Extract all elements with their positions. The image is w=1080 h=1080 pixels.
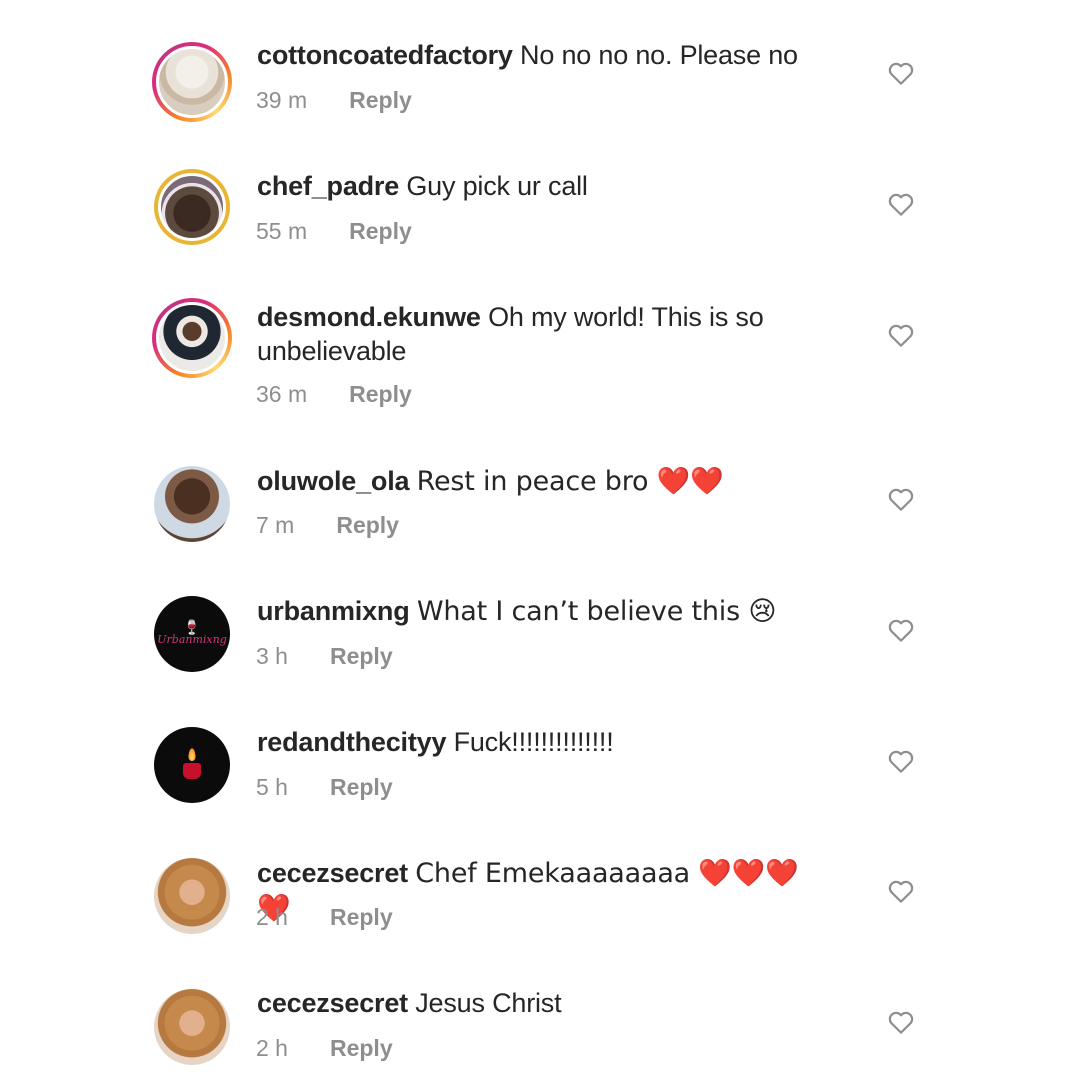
username[interactable]: cecezsecret bbox=[257, 858, 408, 888]
timestamp: 2 h bbox=[256, 904, 288, 930]
comment-meta: 55 m Reply bbox=[256, 218, 412, 245]
timestamp: 39 m bbox=[256, 87, 308, 113]
comment-meta: 5 h Reply bbox=[256, 774, 393, 801]
reply-button[interactable]: Reply bbox=[330, 774, 393, 801]
username[interactable]: cecezsecret bbox=[257, 988, 408, 1018]
timestamp: 55 m bbox=[256, 218, 308, 244]
avatar[interactable] bbox=[154, 858, 230, 934]
candle-icon bbox=[172, 745, 212, 785]
urbanmix-logo-avatar: 🍷 Urbanmixng bbox=[154, 596, 230, 672]
reply-button[interactable]: Reply bbox=[330, 643, 393, 670]
cake-avatar-image bbox=[156, 46, 228, 118]
comment-text: redandthecityy Fuck!!!!!!!!!!!!!! bbox=[257, 725, 817, 759]
reply-button[interactable]: Reply bbox=[330, 904, 393, 931]
avatar[interactable]: 🍷 Urbanmixng bbox=[154, 596, 230, 672]
avatar[interactable] bbox=[154, 727, 230, 803]
timestamp: 3 h bbox=[256, 643, 288, 669]
comment-text: chef_padre Guy pick ur call bbox=[257, 169, 817, 203]
heart-icon[interactable] bbox=[886, 58, 916, 88]
avatar[interactable] bbox=[152, 42, 232, 122]
heart-icon[interactable] bbox=[886, 189, 916, 219]
username[interactable]: oluwole_ola bbox=[257, 466, 410, 496]
comment-body: Jesus Christ bbox=[415, 988, 562, 1018]
avatar[interactable] bbox=[154, 989, 230, 1065]
man-avatar-image bbox=[154, 466, 230, 542]
heart-icon[interactable] bbox=[886, 615, 916, 645]
comment-meta: 36 m Reply bbox=[256, 381, 412, 408]
timestamp: 36 m bbox=[256, 381, 308, 407]
candle-logo-avatar bbox=[154, 727, 230, 803]
man-avatar-image bbox=[158, 173, 226, 241]
comment-meta: 7 m Reply bbox=[256, 512, 399, 539]
username[interactable]: cottoncoatedfactory bbox=[257, 40, 513, 70]
wine-glass-logo: 🍷 Urbanmixng bbox=[157, 620, 227, 646]
heart-icon[interactable] bbox=[886, 746, 916, 776]
comment-text: cecezsecret Jesus Christ bbox=[257, 986, 817, 1020]
comment-meta: 39 m Reply bbox=[256, 87, 412, 114]
avatar[interactable] bbox=[152, 298, 232, 378]
woman-avatar-image bbox=[154, 989, 230, 1065]
woman-avatar-image bbox=[154, 858, 230, 934]
comment-meta: 2 h Reply bbox=[256, 1035, 393, 1062]
comment-body: Guy pick ur call bbox=[406, 171, 588, 201]
comment-text: cottoncoatedfactory No no no no. Please … bbox=[257, 38, 817, 72]
username[interactable]: desmond.ekunwe bbox=[257, 302, 481, 332]
comment-text: desmond.ekunwe Oh my world! This is so u… bbox=[257, 300, 817, 368]
heart-icon[interactable] bbox=[886, 484, 916, 514]
heart-icon[interactable] bbox=[886, 320, 916, 350]
comment-text: urbanmixng What I can’t believe this 😢 bbox=[257, 594, 817, 629]
reply-button[interactable]: Reply bbox=[349, 381, 412, 408]
comment-body: Rest in peace bro ❤️❤️ bbox=[416, 466, 724, 497]
reply-button[interactable]: Reply bbox=[349, 218, 412, 245]
man-suit-avatar-image bbox=[156, 302, 228, 374]
username[interactable]: redandthecityy bbox=[257, 727, 446, 757]
timestamp: 7 m bbox=[256, 512, 295, 538]
username[interactable]: urbanmixng bbox=[257, 596, 410, 626]
comment-meta: 3 h Reply bbox=[256, 643, 393, 670]
comment-meta: 2 h Reply bbox=[256, 904, 393, 931]
comment-body: No no no no. Please no bbox=[520, 40, 798, 70]
username[interactable]: chef_padre bbox=[257, 171, 399, 201]
reply-button[interactable]: Reply bbox=[336, 512, 399, 539]
avatar[interactable] bbox=[154, 466, 230, 542]
reply-button[interactable]: Reply bbox=[349, 87, 412, 114]
heart-icon[interactable] bbox=[886, 876, 916, 906]
comment-text: oluwole_ola Rest in peace bro ❤️❤️ bbox=[257, 464, 817, 499]
comment-body: Fuck!!!!!!!!!!!!!! bbox=[453, 727, 614, 757]
timestamp: 5 h bbox=[256, 774, 288, 800]
avatar[interactable] bbox=[154, 169, 230, 245]
comment-body: What I can’t believe this 😢 bbox=[416, 596, 777, 627]
reply-button[interactable]: Reply bbox=[330, 1035, 393, 1062]
timestamp: 2 h bbox=[256, 1035, 288, 1061]
heart-icon[interactable] bbox=[886, 1007, 916, 1037]
